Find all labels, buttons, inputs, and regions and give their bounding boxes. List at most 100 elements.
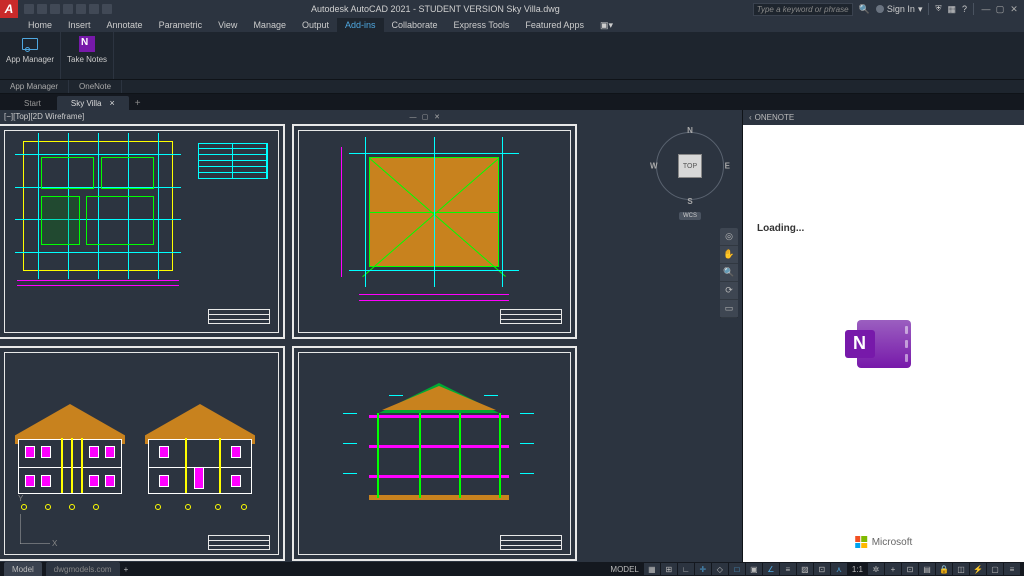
qat-redo-icon[interactable] xyxy=(102,4,112,14)
vp-minimize-icon[interactable]: — xyxy=(408,112,418,122)
autodesk-app-icon[interactable]: ▦ xyxy=(947,4,956,15)
document-tabs: Start Sky Villa × + xyxy=(0,94,1024,110)
compass-n[interactable]: N xyxy=(687,126,693,135)
add-layout-button[interactable]: + xyxy=(124,565,129,574)
annotation-icon[interactable]: ⋏ xyxy=(831,563,847,575)
tab-annotate[interactable]: Annotate xyxy=(99,18,151,32)
maximize-button[interactable]: ▢ xyxy=(994,3,1006,15)
snap-toggle-icon[interactable]: ⊞ xyxy=(661,563,677,575)
anno-monitor-icon[interactable]: + xyxy=(885,563,901,575)
exchange-icon[interactable]: ⛨ xyxy=(935,4,941,14)
minimize-button[interactable]: — xyxy=(980,3,992,15)
status-mode[interactable]: MODEL xyxy=(606,565,642,574)
3dosnap-icon[interactable]: ▣ xyxy=(746,563,762,575)
transparency-icon[interactable]: ▨ xyxy=(797,563,813,575)
qat-saveas-icon[interactable] xyxy=(63,4,73,14)
take-notes-button[interactable]: Take Notes xyxy=(67,34,107,64)
qat-open-icon[interactable] xyxy=(37,4,47,14)
help-search-input[interactable]: Type a keyword or phrase xyxy=(753,3,853,16)
chevron-left-icon[interactable]: ‹ xyxy=(749,113,752,122)
tab-insert[interactable]: Insert xyxy=(60,18,99,32)
tab-home[interactable]: Home xyxy=(20,18,60,32)
ortho-toggle-icon[interactable]: ∟ xyxy=(678,563,694,575)
layout-tab[interactable]: dwgmodels.com xyxy=(46,562,120,576)
onenote-title-label: ONENOTE xyxy=(755,113,795,122)
doc-tab-label: Sky Villa xyxy=(71,99,102,108)
divider xyxy=(928,3,929,15)
compass-e[interactable]: E xyxy=(725,162,730,171)
tab-express-tools[interactable]: Express Tools xyxy=(446,18,518,32)
model-tab[interactable]: Model xyxy=(4,562,42,576)
tab-addins[interactable]: Add-ins xyxy=(337,18,384,32)
sheet-section xyxy=(292,346,577,561)
onenote-panel-title[interactable]: ‹ ONENOTE xyxy=(743,110,1024,125)
tab-output[interactable]: Output xyxy=(294,18,337,32)
lineweight-icon[interactable]: ≡ xyxy=(780,563,796,575)
tab-view[interactable]: View xyxy=(210,18,245,32)
units-icon[interactable]: ⊡ xyxy=(902,563,918,575)
osnap-toggle-icon[interactable]: □ xyxy=(729,563,745,575)
app-manager-button[interactable]: App Manager xyxy=(6,34,54,64)
nav-zoom-icon[interactable]: 🔍 xyxy=(720,264,738,282)
tab-collaborate[interactable]: Collaborate xyxy=(384,18,446,32)
signin-button[interactable]: Sign In ▾ xyxy=(876,4,923,15)
nav-pan-icon[interactable]: ✋ xyxy=(720,246,738,264)
compass-w[interactable]: W xyxy=(650,162,658,171)
nav-orbit-icon[interactable]: ⟳ xyxy=(720,282,738,300)
close-tab-icon[interactable]: × xyxy=(109,98,114,108)
qat-plot-icon[interactable] xyxy=(76,4,86,14)
status-bar: Model dwgmodels.com + MODEL ▦ ⊞ ∟ ✛ ◇ □ … xyxy=(0,562,1024,576)
cycling-icon[interactable]: ⊡ xyxy=(814,563,830,575)
doc-tab-start[interactable]: Start xyxy=(10,96,55,110)
viewport-label[interactable]: [−][Top][2D Wireframe] xyxy=(4,112,84,121)
viewport-window-controls: — ▢ ✕ xyxy=(408,112,442,122)
isolate-icon[interactable]: ◫ xyxy=(953,563,969,575)
close-button[interactable]: ✕ xyxy=(1008,3,1020,15)
title-bar: A Autodesk AutoCAD 2021 - STUDENT VERSIO… xyxy=(0,0,1024,18)
app-manager-label: App Manager xyxy=(6,55,54,64)
tab-parametric[interactable]: Parametric xyxy=(151,18,211,32)
sheet-roof-plan xyxy=(292,124,577,339)
ucs-icon[interactable]: Y X xyxy=(20,504,60,544)
viewcube[interactable]: TOP N S E W WCS xyxy=(650,126,730,206)
window-title: Autodesk AutoCAD 2021 - STUDENT VERSION … xyxy=(118,4,753,14)
panel-app-manager[interactable]: App Manager xyxy=(0,80,69,93)
sheet-floor-plan xyxy=(0,124,285,339)
grid-toggle-icon[interactable]: ▦ xyxy=(644,563,660,575)
isodraft-icon[interactable]: ◇ xyxy=(712,563,728,575)
hwacc-icon[interactable]: ⚡ xyxy=(970,563,986,575)
ribbon-tabs: Home Insert Annotate Parametric View Man… xyxy=(0,18,1024,32)
polar-toggle-icon[interactable]: ✛ xyxy=(695,563,711,575)
wcs-badge[interactable]: WCS xyxy=(679,212,701,220)
new-tab-button[interactable]: + xyxy=(131,96,145,110)
panel-onenote[interactable]: OneNote xyxy=(69,80,122,93)
otrack-toggle-icon[interactable]: ∠ xyxy=(763,563,779,575)
drawing-viewport[interactable]: [−][Top][2D Wireframe] — ▢ ✕ xyxy=(0,110,742,562)
search-icon[interactable]: 🔍 xyxy=(859,4,870,15)
tab-manage[interactable]: Manage xyxy=(245,18,294,32)
cleanscreen-icon[interactable]: ▢ xyxy=(987,563,1003,575)
drawing-sheets xyxy=(0,124,594,562)
ribbon-panel-labels: App Manager OneNote xyxy=(0,80,1024,94)
viewcube-face[interactable]: TOP xyxy=(678,154,702,178)
nav-wheel-icon[interactable]: ◎ xyxy=(720,228,738,246)
qat-save-icon[interactable] xyxy=(50,4,60,14)
qat-new-icon[interactable] xyxy=(24,4,34,14)
anno-scale[interactable]: 1:1 xyxy=(848,565,867,574)
compass-s[interactable]: S xyxy=(687,197,692,206)
workspace-icon[interactable]: ✲ xyxy=(868,563,884,575)
customize-icon[interactable]: ≡ xyxy=(1004,563,1020,575)
nav-showmotion-icon[interactable]: ▭ xyxy=(720,300,738,318)
vp-restore-icon[interactable]: ▢ xyxy=(420,112,430,122)
quickprops-icon[interactable]: ▤ xyxy=(919,563,935,575)
navigation-bar: ◎ ✋ 🔍 ⟳ ▭ xyxy=(720,228,738,318)
microsoft-label: Microsoft xyxy=(872,537,913,548)
help-icon[interactable]: ? xyxy=(962,4,967,14)
lock-ui-icon[interactable]: 🔒 xyxy=(936,563,952,575)
doc-tab-file[interactable]: Sky Villa × xyxy=(57,96,129,110)
qat-undo-icon[interactable] xyxy=(89,4,99,14)
tab-featured-apps[interactable]: Featured Apps xyxy=(517,18,592,32)
ribbon: App Manager Take Notes xyxy=(0,32,1024,80)
vp-close-icon[interactable]: ✕ xyxy=(432,112,442,122)
tab-overflow-icon[interactable]: ▣▾ xyxy=(592,18,621,32)
